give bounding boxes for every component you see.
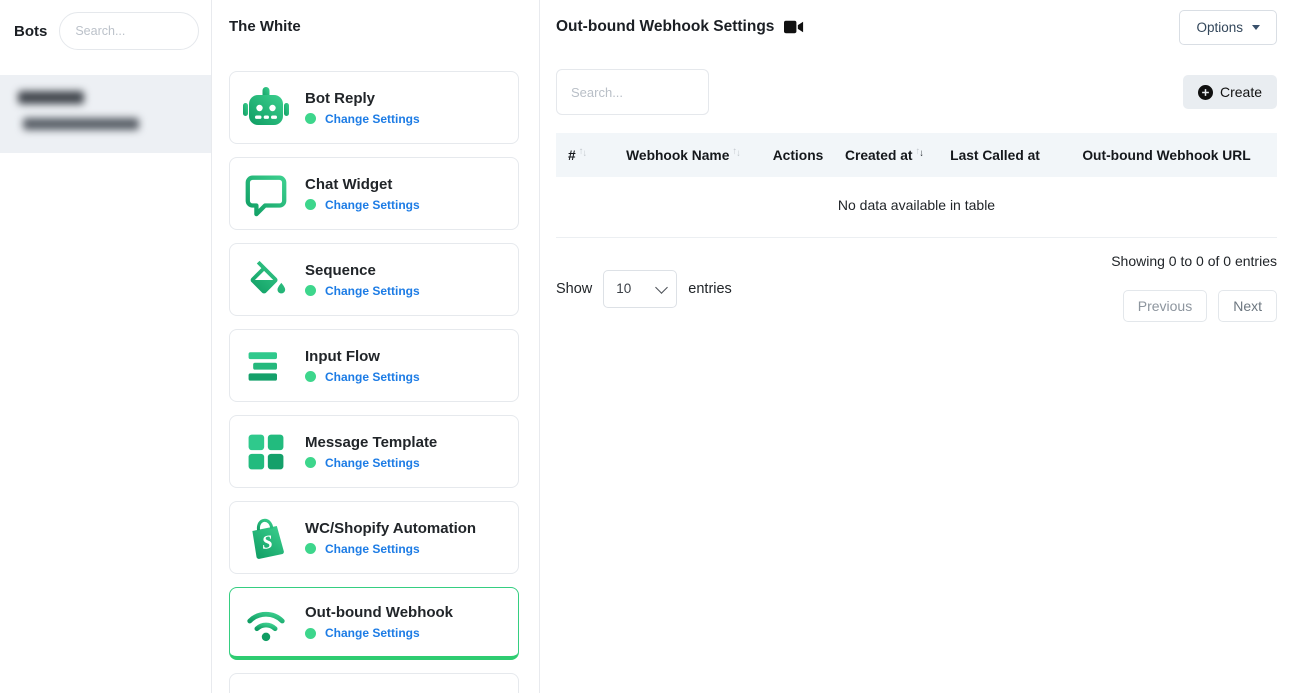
column-label: #: [568, 148, 576, 163]
card-wc-shopify-automation[interactable]: S WC/Shopify Automation Change Settings: [229, 501, 519, 574]
table-empty-message: No data available in table: [556, 177, 1277, 238]
entries-label: entries: [688, 281, 732, 297]
settings-card-list: Bot Reply Change Settings Chat Widget: [229, 71, 519, 693]
status-dot-icon: [305, 371, 316, 382]
page-title: Out-bound Webhook Settings: [556, 18, 774, 36]
change-settings-link[interactable]: Change Settings: [325, 284, 420, 298]
change-settings-link[interactable]: Change Settings: [325, 626, 420, 640]
shopify-bag-icon: S: [242, 514, 290, 562]
robot-icon: [242, 84, 290, 132]
pagination-controls: Previous Next: [1123, 290, 1277, 322]
chat-bubble-icon: [242, 170, 290, 218]
page-size-select[interactable]: 10: [603, 270, 677, 308]
plus-circle-icon: [1198, 85, 1213, 100]
sort-icon: ↑↓: [579, 146, 587, 157]
options-button[interactable]: Options: [1179, 10, 1277, 45]
bot-name-redacted: [18, 91, 84, 104]
change-settings-link[interactable]: Change Settings: [325, 370, 420, 384]
webhook-settings-main: Out-bound Webhook Settings Options Creat…: [540, 0, 1293, 693]
caret-down-icon: [1252, 25, 1260, 30]
next-button[interactable]: Next: [1218, 290, 1277, 322]
card-title: Input Flow: [305, 348, 420, 365]
webhook-search-input[interactable]: [556, 69, 709, 115]
status-dot-icon: [305, 285, 316, 296]
card-bot-reply[interactable]: Bot Reply Change Settings: [229, 71, 519, 144]
grid-icon: [242, 428, 290, 476]
main-header: Out-bound Webhook Settings Options: [556, 0, 1277, 45]
sort-icon: ↑↓: [732, 146, 740, 157]
card-sequence[interactable]: Sequence Change Settings: [229, 243, 519, 316]
column-header-actions: Actions: [762, 148, 834, 163]
column-header-webhook-name[interactable]: Webhook Name ↑↓: [604, 148, 762, 163]
page-size-group: Show 10 entries: [556, 251, 732, 322]
change-settings-link[interactable]: Change Settings: [325, 198, 420, 212]
column-label: Webhook Name: [626, 148, 729, 163]
column-label: Last Called at: [950, 148, 1040, 163]
bot-phone-redacted: [23, 118, 139, 130]
table-footer: Show 10 entries Showing 0 to 0 of 0 entr…: [556, 251, 1277, 322]
column-label: Created at: [845, 148, 912, 163]
bots-sidebar: Bots: [0, 0, 212, 693]
paint-bucket-icon: [242, 256, 290, 304]
status-dot-icon: [305, 628, 316, 639]
column-header-last-called-at: Last Called at: [934, 148, 1056, 163]
webhook-table-header: # ↑↓ Webhook Name ↑↓ Actions Created at …: [556, 133, 1277, 177]
table-toolbar: Create: [556, 69, 1277, 115]
card-message-template[interactable]: Message Template Change Settings: [229, 415, 519, 488]
options-button-label: Options: [1196, 20, 1243, 35]
bot-list-item-selected[interactable]: [0, 75, 211, 153]
change-settings-link[interactable]: Change Settings: [325, 456, 420, 470]
card-next-partial[interactable]: [229, 673, 519, 693]
bots-search-input[interactable]: [59, 12, 199, 50]
column-label: Out-bound Webhook URL: [1082, 148, 1250, 163]
column-header-index[interactable]: # ↑↓: [556, 148, 604, 163]
create-button[interactable]: Create: [1183, 75, 1277, 109]
wifi-icon: [242, 598, 290, 646]
status-dot-icon: [305, 543, 316, 554]
card-chat-widget[interactable]: Chat Widget Change Settings: [229, 157, 519, 230]
bot-settings-panel: The White Bot Reply: [212, 0, 540, 693]
bot-name-title: The White: [229, 0, 519, 35]
change-settings-link[interactable]: Change Settings: [325, 112, 420, 126]
column-label: Actions: [773, 148, 824, 163]
change-settings-link[interactable]: Change Settings: [325, 542, 420, 556]
column-header-outbound-url: Out-bound Webhook URL: [1056, 148, 1277, 163]
create-button-label: Create: [1220, 84, 1262, 100]
card-title: Bot Reply: [305, 90, 420, 107]
card-title: WC/Shopify Automation: [305, 520, 476, 537]
sidebar-header: Bots: [0, 0, 211, 62]
sidebar-title: Bots: [14, 23, 47, 40]
showing-summary: Showing 0 to 0 of 0 entries: [1111, 251, 1277, 269]
card-title: Chat Widget: [305, 176, 420, 193]
card-title: Message Template: [305, 434, 437, 451]
status-dot-icon: [305, 113, 316, 124]
status-dot-icon: [305, 199, 316, 210]
sort-icon-active-desc: ↑↓: [915, 146, 923, 157]
page-size-select-wrap: 10: [603, 270, 677, 308]
card-input-flow[interactable]: Input Flow Change Settings: [229, 329, 519, 402]
show-label: Show: [556, 281, 592, 297]
card-title: Sequence: [305, 262, 420, 279]
status-dot-icon: [305, 457, 316, 468]
card-out-bound-webhook[interactable]: Out-bound Webhook Change Settings: [229, 587, 519, 660]
column-header-created-at[interactable]: Created at ↑↓: [834, 148, 934, 163]
previous-button[interactable]: Previous: [1123, 290, 1207, 322]
video-camera-icon[interactable]: [784, 19, 805, 35]
list-bars-icon: [242, 342, 290, 390]
card-title: Out-bound Webhook: [305, 604, 453, 621]
